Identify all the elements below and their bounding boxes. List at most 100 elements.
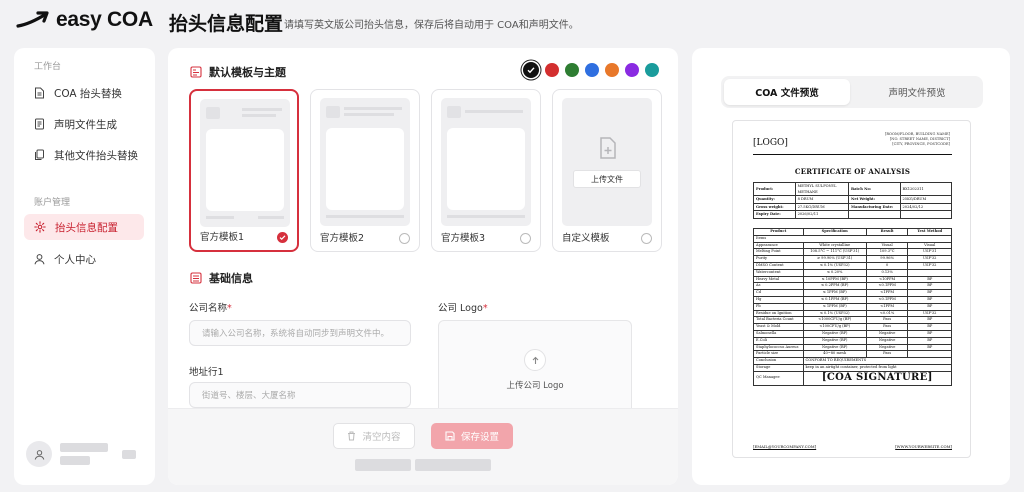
- color-swatch-black[interactable]: [523, 62, 539, 78]
- doc-result-row: Appearance White crystalline Visual Visual: [753, 241, 952, 250]
- tab-declaration-preview[interactable]: 声明文件预览: [854, 79, 980, 105]
- action-bar: 清空内容 保存设置: [168, 408, 678, 485]
- theme-color-picker: [523, 62, 659, 78]
- doc-signature-row: QC Manager: [COA SIGNATURE]: [753, 370, 952, 386]
- doc-footer-web: [WWW.YOURWEBSITE.COM]: [895, 444, 952, 449]
- template-thumbnail: [441, 98, 531, 226]
- check-icon: [527, 67, 535, 74]
- upload-icon: [524, 349, 546, 371]
- tab-coa-preview[interactable]: COA 文件预览: [724, 79, 850, 105]
- company-logo-label: 公司 Logo*: [438, 303, 488, 314]
- template-card-official-3[interactable]: 官方模板3: [431, 89, 541, 252]
- user-icon: [34, 449, 44, 460]
- doc-result-row: Items: [753, 234, 952, 243]
- preview-panel: COA 文件预览 声明文件预览 [LOGO] [ROOM/FLOOR, BUIL…: [692, 48, 1010, 485]
- sidebar-section-workbench: 工作台: [34, 62, 62, 72]
- sidebar-item-label: 声明文件生成: [54, 118, 117, 131]
- save-icon: [445, 431, 455, 441]
- file-add-icon: [600, 137, 616, 159]
- footer-text-redacted: [355, 459, 411, 471]
- user-account[interactable]: [26, 436, 144, 472]
- template-label: 官方模板3: [441, 233, 486, 244]
- template-radio[interactable]: [641, 233, 652, 244]
- sidebar-item-header-config[interactable]: 抬头信息配置: [24, 214, 144, 240]
- color-swatch-green[interactable]: [565, 63, 579, 77]
- sidebar: 工作台 COA 抬头替换 声明文件生成 其他文件抬头替换 账户管理 抬头信息配置…: [14, 48, 155, 485]
- sidebar-item-other-header-replace[interactable]: 其他文件抬头替换: [24, 142, 144, 168]
- sidebar-item-profile[interactable]: 个人中心: [24, 246, 144, 272]
- template-label: 官方模板2: [320, 233, 365, 244]
- color-swatch-red[interactable]: [545, 63, 559, 77]
- clear-button[interactable]: 清空内容: [333, 423, 415, 449]
- template-thumbnail: [320, 98, 410, 226]
- template-radio[interactable]: [520, 233, 531, 244]
- doc-header-rule: [753, 154, 952, 155]
- doc-result-row: Conclusion CONFORM TO REQUIREMENTS: [753, 357, 952, 365]
- address1-label: 地址行1: [189, 367, 224, 378]
- sidebar-item-coa-header-replace[interactable]: COA 抬头替换: [24, 80, 144, 106]
- sidebar-item-label: 抬头信息配置: [55, 221, 118, 234]
- doc-info-table: Product: METHYL SULFONYL METHANE Batch No:…: [753, 182, 952, 219]
- address1-input[interactable]: 街道号、楼层、大厦名称: [189, 382, 411, 408]
- color-swatch-purple[interactable]: [625, 63, 639, 77]
- template-radio[interactable]: [399, 233, 410, 244]
- theme-section-title: 默认模板与主题: [209, 66, 286, 79]
- user-icon: [34, 254, 45, 265]
- upload-file-button[interactable]: 上传文件: [573, 170, 641, 188]
- doc-result-row: Cd ≤ 1PPM (BP) <1PPM BP: [753, 289, 952, 297]
- copy-icon: [35, 149, 44, 160]
- doc-contact: [ROOM/FLOOR, BUILDING NAME] [NO. STREET …: [884, 132, 950, 146]
- logo-upload-area[interactable]: 上传公司 Logo: [438, 320, 632, 420]
- basic-section-title: 基础信息: [209, 272, 253, 285]
- sidebar-item-declaration-generate[interactable]: 声明文件生成: [24, 111, 144, 137]
- footer-text-redacted: [415, 459, 491, 471]
- template-card-official-2[interactable]: 官方模板2: [310, 89, 420, 252]
- doc-result-row: Residue on Ignition ≤ 0.1% (USP32) <0.01% U…: [753, 309, 952, 318]
- arrow-logo-icon: [16, 11, 49, 28]
- sidebar-section-account: 账户管理: [34, 198, 71, 208]
- palette-icon: [190, 66, 202, 78]
- gear-icon: [34, 221, 46, 233]
- page-title: 抬头信息配置: [169, 13, 284, 35]
- template-radio-selected[interactable]: [277, 232, 288, 243]
- sidebar-item-label: 其他文件抬头替换: [54, 149, 138, 162]
- color-swatch-blue[interactable]: [585, 63, 599, 77]
- company-name-input[interactable]: 请输入公司名称，系统将自动同步到声明文件中。: [189, 320, 411, 346]
- doc-signature-placeholder: [COA SIGNATURE]: [802, 370, 952, 386]
- doc-result-row: Yeast & Mold <100CFU/g (BP) Pass BP: [753, 323, 952, 331]
- avatar: [26, 441, 52, 467]
- template-card-custom[interactable]: 上传文件 自定义模板: [552, 89, 662, 252]
- doc-result-row: As ≤ 0.2PPM (BP) <0.1PPM BP: [753, 282, 952, 291]
- doc-title: CERTIFICATE OF ANALYSIS: [794, 167, 911, 176]
- template-thumbnail: [200, 99, 290, 227]
- doc-footer: [EMAIL@YOURCOMPANY.COM] [WWW.YOURWEBSITE…: [753, 444, 952, 449]
- sidebar-item-label: COA 抬头替换: [54, 87, 122, 100]
- check-icon: [279, 235, 286, 241]
- doc-logo-placeholder: [LOGO]: [753, 138, 788, 148]
- config-panel: 默认模板与主题 官方模板1 官方模板2 官方模板3 上传文件 自定义模板 基础信…: [168, 48, 678, 485]
- logo-upload-label: 上传公司 Logo: [506, 381, 564, 391]
- file-icon: [35, 118, 44, 130]
- company-name-label: 公司名称*: [189, 303, 232, 314]
- coa-document-preview: [LOGO] [ROOM/FLOOR, BUILDING NAME] [NO. …: [732, 120, 971, 458]
- top-bar: easy COA 抬头信息配置 请填写英文版公司抬头信息，保存后将自动用于 CO…: [0, 0, 1024, 46]
- trash-icon: [348, 431, 356, 441]
- template-label: 自定义模板: [562, 233, 610, 244]
- user-meta-redacted: [122, 449, 136, 459]
- template-thumbnail: 上传文件: [562, 98, 652, 226]
- doc-result-row: Total Bacteria Count <1000CFU/g (BP) Pass B…: [753, 316, 952, 325]
- color-swatch-orange[interactable]: [605, 63, 619, 77]
- brand-name: easy COA: [56, 8, 153, 31]
- preview-tabs: COA 文件预览 声明文件预览: [721, 76, 983, 108]
- save-button[interactable]: 保存设置: [431, 423, 513, 449]
- page-subtitle: 请填写英文版公司抬头信息，保存后将自动用于 COA和声明文件。: [284, 20, 579, 31]
- doc-result-row: Watercontent ≤ 0.20% 0.13%: [753, 268, 952, 277]
- doc-result-row: Hg ≤ 0.1PPM (BP) <0.1PPM BP: [753, 295, 952, 304]
- doc-result-row: Heavy Metal ≤ 10PPM (BP) <10PPM BP: [753, 275, 952, 284]
- template-card-official-1[interactable]: 官方模板1: [189, 89, 299, 252]
- color-swatch-teal[interactable]: [645, 63, 659, 77]
- document-icon: [35, 87, 44, 99]
- doc-result-row: Particle size 40~80 mesh Pass: [753, 350, 952, 359]
- theme-section-header: 默认模板与主题: [190, 64, 286, 80]
- brand-logo[interactable]: easy COA: [16, 8, 153, 32]
